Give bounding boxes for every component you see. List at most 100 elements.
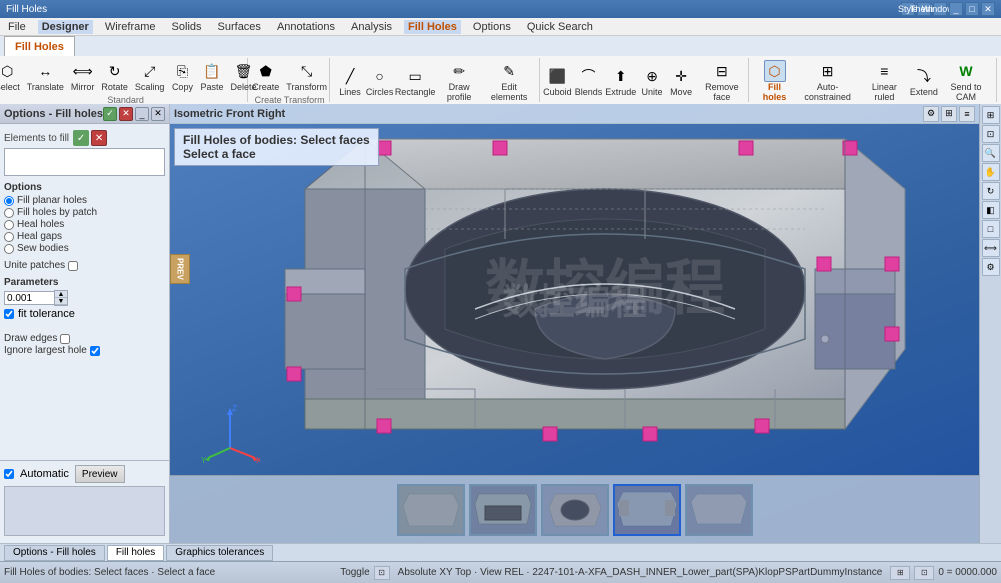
automatic-checkbox[interactable]: [4, 469, 14, 479]
select-btn[interactable]: ⬡ Select: [0, 59, 23, 93]
counter-text: 0 = 0000.000: [938, 567, 997, 578]
ignore-largest-checkbox[interactable]: [90, 346, 100, 356]
rectangle-btn[interactable]: ▭ Rectangle: [395, 64, 435, 98]
viewport-header: Isometric Front Right ⚙ ⊞ ≡: [170, 104, 979, 124]
rt-view2-btn[interactable]: ⊡: [982, 125, 1000, 143]
thumbnail-2[interactable]: [469, 484, 537, 536]
translate-btn[interactable]: ↔ Translate: [24, 59, 67, 93]
close-btn[interactable]: ✕: [981, 2, 995, 16]
extrude-btn[interactable]: ⬆ Extrude: [604, 64, 637, 98]
panel-minimize-btn[interactable]: _: [135, 107, 149, 121]
panel-close-btn[interactable]: ✕: [151, 107, 165, 121]
sew-bodies-radio[interactable]: [4, 244, 14, 254]
menu-solids[interactable]: Solids: [168, 20, 206, 34]
menu-file[interactable]: File: [4, 20, 30, 34]
tolerance-down-btn[interactable]: ▼: [55, 298, 67, 305]
thumbnail-1[interactable]: [397, 484, 465, 536]
draw-edges-option: Draw edges: [4, 333, 165, 344]
cuboid-btn[interactable]: ⬛ Cuboid: [542, 64, 573, 98]
remove-face-btn[interactable]: ⊟ Remove face: [696, 59, 748, 103]
menu-wireframe[interactable]: Wireframe: [101, 20, 160, 34]
transform-btn[interactable]: ⤡ Transform: [283, 59, 330, 93]
send-to-cam-btn[interactable]: W Send to CAM: [940, 59, 992, 103]
viewport-settings-btn[interactable]: ⚙: [923, 106, 939, 122]
panel-cancel-btn[interactable]: ✕: [119, 107, 133, 121]
unite-patches-checkbox[interactable]: [68, 261, 78, 271]
ignore-largest-option: Ignore largest hole: [4, 345, 165, 356]
bottom-tab-fill[interactable]: Fill holes: [107, 545, 164, 561]
elements-fill-input[interactable]: [4, 148, 165, 176]
draw-profile-btn[interactable]: ✏ Draw profile: [436, 59, 482, 103]
unite-btn[interactable]: ⊕ Unite: [638, 64, 666, 98]
paste-btn[interactable]: 📋 Paste: [197, 59, 226, 93]
menu-surfaces[interactable]: Surfaces: [214, 20, 265, 34]
menu-options[interactable]: Options: [469, 20, 515, 34]
rt-settings-btn[interactable]: ⚙: [982, 258, 1000, 276]
linear-ruled-btn[interactable]: ≡ Linear ruled: [861, 59, 908, 103]
fill-planar-radio[interactable]: [4, 196, 14, 206]
rt-pan-btn[interactable]: ✋: [982, 163, 1000, 181]
snap-btn[interactable]: ⊡: [914, 566, 934, 580]
rt-zoom-btn[interactable]: 🔍: [982, 144, 1000, 162]
fill-holes-btn[interactable]: ⬡ Fill holes: [755, 59, 795, 103]
prev-btn[interactable]: PREV: [170, 254, 190, 284]
ribbon-group-surfaces: ⬡ Fill holes ⊞ Auto-constrained ≡ Linear…: [751, 58, 997, 102]
tolerance-input[interactable]: [4, 291, 54, 305]
preview-btn[interactable]: Preview: [75, 465, 125, 483]
ribbon-content: ⬡ Select ↔ Translate ⟺ Mirror ↻ Rotate ⤢: [0, 56, 1001, 104]
create-btn[interactable]: ⬟ Create: [249, 59, 282, 93]
minimize-btn[interactable]: _: [949, 2, 963, 16]
edit-elements-btn[interactable]: ✎ Edit elements: [483, 59, 535, 103]
thumbnail-strip: [170, 475, 979, 543]
menu-annotations[interactable]: Annotations: [273, 20, 339, 34]
lines-btn[interactable]: ╱ Lines: [336, 64, 364, 98]
linear-ruled-icon: ≡: [873, 60, 895, 82]
thumbnail-3[interactable]: [541, 484, 609, 536]
standard-buttons: ⬡ Select ↔ Translate ⟺ Mirror ↻ Rotate ⤢: [0, 59, 259, 93]
fill-by-patch-radio[interactable]: [4, 208, 14, 218]
info-line1: Fill Holes of bodies: Select faces: [183, 133, 370, 147]
thumbnail-4[interactable]: [613, 484, 681, 536]
maximize-btn[interactable]: □: [965, 2, 979, 16]
elements-fill-cancel[interactable]: ✕: [91, 130, 107, 146]
fit-tolerance-checkbox[interactable]: [4, 309, 14, 319]
panel-ok-btn[interactable]: ✓: [103, 107, 117, 121]
viewport-title: Isometric Front Right: [174, 108, 285, 120]
grid-btn[interactable]: ⊞: [890, 566, 910, 580]
auto-constrained-btn[interactable]: ⊞ Auto-constrained: [795, 59, 860, 103]
ignore-largest-label: Ignore largest hole: [4, 345, 87, 356]
rt-shade-btn[interactable]: ◧: [982, 201, 1000, 219]
heal-holes-radio[interactable]: [4, 220, 14, 230]
menu-quick-search[interactable]: Quick Search: [523, 20, 597, 34]
heal-gaps-radio[interactable]: [4, 232, 14, 242]
blends-btn[interactable]: ⌒ Blends: [574, 64, 604, 98]
move-btn[interactable]: ✛ Move: [667, 64, 695, 98]
model-area: 数控编程: [170, 124, 979, 473]
draw-edges-checkbox[interactable]: [60, 334, 70, 344]
elements-fill-ok[interactable]: ✓: [73, 130, 89, 146]
mirror-btn[interactable]: ⟺ Mirror: [68, 59, 98, 93]
viewport-zoom-btn[interactable]: ⊞: [941, 106, 957, 122]
scaling-btn[interactable]: ⤢ Scaling: [132, 59, 168, 93]
menu-fill-holes[interactable]: Fill Holes: [404, 20, 461, 34]
main-layout: Options - Fill holes ✓ ✕ _ ✕ Elements to…: [0, 104, 1001, 543]
circles-btn[interactable]: ○ Circles: [365, 64, 394, 98]
rotate-btn[interactable]: ↻ Rotate: [98, 59, 131, 93]
thumbnail-5[interactable]: [685, 484, 753, 536]
menu-designer[interactable]: Designer: [38, 20, 93, 34]
rt-measure-btn[interactable]: ⟺: [982, 239, 1000, 257]
bottom-tab-options-fill[interactable]: Options - Fill holes: [4, 545, 105, 561]
extend-btn[interactable]: ⤵ Extend: [909, 64, 939, 98]
toggle-label: Toggle: [340, 567, 369, 578]
copy-btn[interactable]: ⎘ Copy: [168, 59, 196, 93]
bottom-tab-graphics[interactable]: Graphics tolerances: [166, 545, 273, 561]
viewport-list-btn[interactable]: ≡: [959, 106, 975, 122]
menu-analysis[interactable]: Analysis: [347, 20, 396, 34]
rt-wire-btn[interactable]: □: [982, 220, 1000, 238]
tab-fill-holes[interactable]: Fill Holes: [4, 36, 75, 56]
circles-icon: ○: [369, 65, 391, 87]
rt-view1-btn[interactable]: ⊞: [982, 106, 1000, 124]
windows-menu[interactable]: Windows: [933, 2, 947, 16]
rt-rotate-btn[interactable]: ↻: [982, 182, 1000, 200]
toggle-btn[interactable]: ⊡: [374, 566, 390, 580]
